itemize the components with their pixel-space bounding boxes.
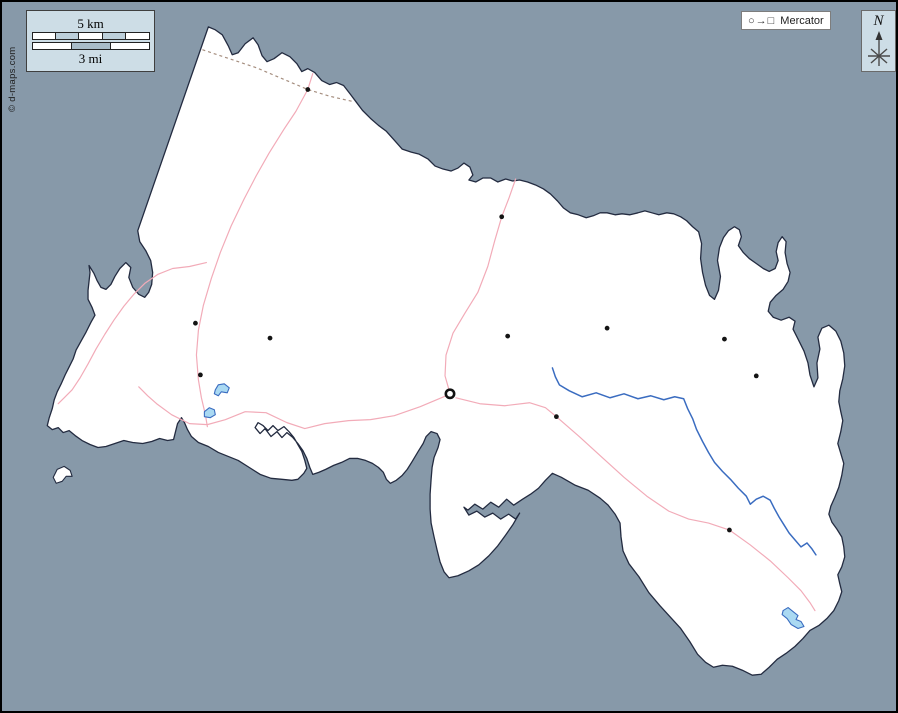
town-dot-10	[554, 414, 559, 419]
km-bar-cell-1	[33, 33, 56, 39]
capital-marker	[446, 390, 454, 398]
scale-km-label: 5 km	[77, 17, 103, 30]
town-dot-1	[305, 87, 310, 92]
town-dot-5	[198, 373, 203, 378]
town-dot-4	[268, 336, 273, 341]
projection-label: Mercator	[780, 15, 823, 27]
mi-bar-cell-1	[33, 43, 72, 49]
projection-symbols-icon: ○→□	[748, 15, 775, 27]
km-bar-cell-5	[126, 33, 148, 39]
scale-mi-bar	[32, 42, 150, 50]
town-dot-8	[722, 337, 727, 342]
compass-box: N	[861, 10, 896, 72]
km-bar-cell-4	[103, 33, 126, 39]
map-stage: © d-maps.com 5 km 3 mi ○→□ Mercator N	[0, 0, 898, 713]
mi-bar-cell-2	[72, 43, 111, 49]
town-dot-6	[505, 334, 510, 339]
town-dot-9	[754, 374, 759, 379]
town-dot-2	[499, 214, 504, 219]
scale-box: 5 km 3 mi	[26, 10, 155, 72]
mi-bar-cell-3	[111, 43, 149, 49]
map-svg	[2, 2, 896, 711]
km-bar-cell-2	[56, 33, 79, 39]
copyright-text: © d-maps.com	[7, 46, 18, 112]
compass-rose-icon	[865, 30, 893, 68]
scale-mi-label: 3 mi	[79, 52, 102, 65]
town-dot-11	[727, 528, 732, 533]
town-dot-3	[193, 321, 198, 326]
compass-north-label: N	[873, 13, 883, 30]
projection-box: ○→□ Mercator	[741, 11, 831, 30]
scale-km-bar	[32, 32, 150, 40]
km-bar-cell-3	[79, 33, 102, 39]
town-dot-7	[605, 326, 610, 331]
